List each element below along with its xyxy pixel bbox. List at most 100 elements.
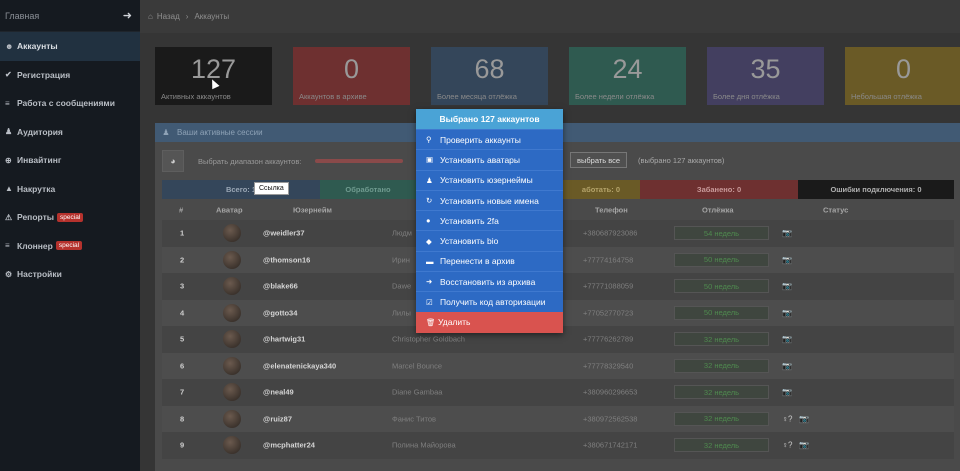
tooltip: Ссылка xyxy=(254,182,289,195)
stat-label: Аккаунтов в архиве xyxy=(299,92,367,101)
row-phone: +77771088059 xyxy=(583,281,634,291)
camera-icon[interactable]: 📷 xyxy=(782,388,792,397)
menu-item-icon: ↻ xyxy=(426,196,433,206)
stat-tile-4[interactable]: 35 Более дня отлёжка xyxy=(707,47,824,105)
delete-button[interactable]: 🗑 Удалить xyxy=(416,311,563,333)
camera-icon[interactable]: 📷 xyxy=(799,414,809,423)
context-menu-item-2[interactable]: ♟ Установить юзернеймы xyxy=(416,169,563,190)
sidebar-item-2[interactable]: ≡ Работа с сообщениями xyxy=(0,89,140,118)
stat-tile-3[interactable]: 24 Более недели отлёжка xyxy=(569,47,686,105)
stat-tile-1[interactable]: 0 Аккаунтов в архиве xyxy=(293,47,410,105)
stat-label: Более месяца отлёжка xyxy=(437,92,517,101)
context-menu-item-4[interactable]: ● Установить 2fa xyxy=(416,210,563,230)
breadcrumb-home[interactable]: Назад xyxy=(157,12,180,21)
row-username: @thomson16 xyxy=(263,255,311,265)
row-number: 8 xyxy=(180,414,185,424)
menu-item-icon: ▣ xyxy=(426,155,434,165)
sidebar-item-8[interactable]: ⚙ Настройки xyxy=(0,260,140,289)
table-row[interactable]: 7 @neal49 Diane Gambaa +380960296653 32 неде… xyxy=(162,379,954,406)
row-age: 50 недель xyxy=(674,252,769,267)
status-total: Всего: 1 xyxy=(162,180,320,199)
menu-item-icon: ▬ xyxy=(426,256,434,266)
table-row[interactable]: 8 @ruiz87 Фанис Титов +380972562538 32 недел… xyxy=(162,405,954,432)
sidebar-item-0[interactable]: ☻ Аккаунты xyxy=(0,32,140,61)
menu-item-label: Проверить аккаунты xyxy=(440,134,521,145)
status-conn-errors: Ошибки подключения: 0 xyxy=(798,180,954,199)
camera-icon[interactable]: 📷 xyxy=(782,308,792,317)
camera-icon[interactable]: 📷 xyxy=(782,282,792,291)
menu-item-label: Установить аватары xyxy=(440,154,521,165)
table-row[interactable]: 9 @mcphatter24 Полина Майорова +38067174217… xyxy=(162,432,954,459)
sidebar-title: Главная xyxy=(5,10,40,21)
row-age: 54 недель xyxy=(674,226,769,241)
camera-icon[interactable]: 📷 xyxy=(799,441,809,450)
sidebar-item-7[interactable]: ≡ Клоннер special xyxy=(0,232,140,261)
avatar xyxy=(223,303,241,322)
context-menu-item-8[interactable]: ☑ Получить код авторизации xyxy=(416,291,563,311)
status-banned: Забанено: 0 xyxy=(640,180,798,199)
row-phone: +77776262789 xyxy=(583,334,634,344)
col-status: Статус xyxy=(823,205,849,215)
sidebar-item-5[interactable]: ▲ Накрутка xyxy=(0,175,140,204)
stat-tile-5[interactable]: 0 Небольшая отлёжка xyxy=(845,47,960,105)
menu-item-icon: ♟ xyxy=(426,175,433,185)
home-icon[interactable]: ⌂ xyxy=(148,12,153,21)
camera-icon[interactable]: 📷 xyxy=(782,361,792,370)
avatar xyxy=(223,409,241,428)
stat-value: 68 xyxy=(474,54,505,84)
row-name: Dawe xyxy=(392,281,412,291)
dashboard-icon[interactable]: ◕ xyxy=(162,150,184,172)
menu-item-icon: ➜ xyxy=(426,277,433,287)
camera-icon[interactable]: 📷 xyxy=(782,255,792,264)
row-phone: +380960296653 xyxy=(583,387,638,397)
menu-item-label: Установить новые имена xyxy=(440,195,539,206)
sidebar-item-3[interactable]: ♟ Аудитория xyxy=(0,118,140,147)
stat-tile-2[interactable]: 68 Более месяца отлёжка xyxy=(431,47,548,105)
stat-tile-0[interactable]: 127 Активных аккаунтов xyxy=(155,47,272,105)
row-name: Christopher Goldbach xyxy=(392,334,465,344)
sidebar-item-1[interactable]: ✔ Регистрация xyxy=(0,61,140,90)
range-slider[interactable] xyxy=(315,159,404,163)
row-phone: +77774164758 xyxy=(583,255,634,265)
row-age: 32 недель xyxy=(674,411,769,426)
col-avatar: Аватар xyxy=(216,205,243,215)
breadcrumb-separator-icon: › xyxy=(185,12,189,21)
row-name: Фанис Титов xyxy=(392,414,436,424)
row-phone: +380687923086 xyxy=(583,228,638,238)
menu-item-label: Установить 2fa xyxy=(440,215,499,226)
sidebar-item-6[interactable]: ⚠ Репорты special xyxy=(0,203,140,232)
stat-label: Более дня отлёжка xyxy=(713,92,780,101)
row-extra: ♀? xyxy=(782,414,793,424)
stat-value: 0 xyxy=(343,54,360,84)
context-menu-item-3[interactable]: ↻ Установить новые имена xyxy=(416,189,563,210)
row-number: 7 xyxy=(180,387,185,397)
sidebar-item-label: Клоннер xyxy=(17,240,53,251)
row-username: @gotto34 xyxy=(263,308,298,318)
menu-item-label: Получить код авторизации xyxy=(440,297,546,308)
select-all-button[interactable]: выбрать все xyxy=(570,152,628,168)
sidebar-item-4[interactable]: ⊕ Инвайтинг xyxy=(0,146,140,175)
menu-item-icon: ● xyxy=(426,216,431,226)
row-number: 9 xyxy=(180,440,185,450)
menu-item-label: Восстановить из архива xyxy=(440,276,536,287)
arrow-right-icon[interactable]: ➜ xyxy=(123,9,132,22)
context-menu: Выбрано 127 аккаунтов ⚲ Проверить аккаунт… xyxy=(416,109,563,333)
trash-icon: 🗑 xyxy=(426,317,436,327)
context-menu-item-0[interactable]: ⚲ Проверить аккаунты xyxy=(416,129,563,149)
context-menu-item-7[interactable]: ➜ Восстановить из архива xyxy=(416,271,563,291)
sidebar-header: Главная ➜ xyxy=(0,0,140,32)
camera-icon[interactable]: 📷 xyxy=(782,229,792,238)
context-menu-item-5[interactable]: ◆ Установить bio xyxy=(416,230,563,250)
row-number: 5 xyxy=(180,334,185,344)
delete-label: Удалить xyxy=(438,317,471,328)
context-menu-item-6[interactable]: ▬ Перенести в архив xyxy=(416,250,563,271)
table-row[interactable]: 6 @elenatenickaya340 Marcel Bounce +7777832… xyxy=(162,352,954,379)
row-username: @elenatenickaya340 xyxy=(263,361,337,371)
context-menu-item-1[interactable]: ▣ Установить аватары xyxy=(416,149,563,169)
row-extra: ♀? xyxy=(782,440,793,450)
row-age: 50 недель xyxy=(674,279,769,294)
list-icon: ≡ xyxy=(5,241,10,251)
row-number: 4 xyxy=(180,308,185,318)
sidebar-item-label: Инвайтинг xyxy=(17,155,62,166)
camera-icon[interactable]: 📷 xyxy=(782,335,792,344)
